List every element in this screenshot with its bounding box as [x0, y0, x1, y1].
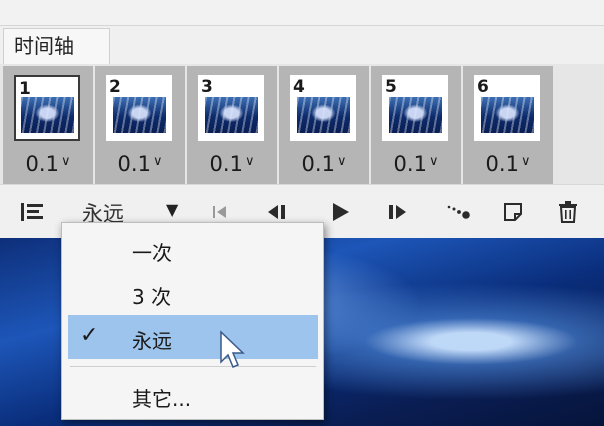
chevron-down-icon: ∨ [244, 154, 255, 169]
menu-item-other[interactable]: 其它... [62, 373, 323, 417]
frame-2[interactable]: 2 0.1 ∨ [95, 66, 185, 184]
menu-item-label: 3 次 [132, 285, 172, 309]
frame-number: 4 [293, 77, 305, 97]
next-frame-icon[interactable] [382, 185, 412, 239]
panel-top-strip [0, 0, 604, 26]
loop-options-menu: 一次 3 次 ✓ 永远 其它... [61, 222, 324, 420]
frame-image [389, 97, 442, 133]
frame-number: 1 [19, 79, 31, 99]
play-icon[interactable] [325, 185, 355, 239]
frame-delay-select[interactable]: 0.1 ∨ [3, 152, 93, 176]
frame-5[interactable]: 5 0.1 ∨ [371, 66, 461, 184]
chevron-down-icon: ∨ [428, 154, 439, 169]
frame-image [481, 97, 534, 133]
panel-tab-row: 时间轴 [0, 26, 604, 64]
menu-item-once[interactable]: 一次 [62, 227, 323, 271]
frame-thumbnail: 3 [198, 75, 264, 141]
menu-item-label: 其它... [132, 387, 192, 411]
chevron-down-icon: ∨ [152, 154, 163, 169]
frame-number: 3 [201, 77, 213, 97]
frame-thumbnail: 6 [474, 75, 540, 141]
chevron-down-icon: ∨ [336, 154, 347, 169]
checkmark-icon: ✓ [80, 323, 99, 348]
frame-thumbnail: 4 [290, 75, 356, 141]
convert-timeline-icon[interactable] [14, 185, 50, 239]
chevron-down-icon: ∨ [60, 154, 71, 169]
frame-delay-value: 0.1 [485, 152, 519, 176]
tween-icon[interactable] [442, 185, 476, 239]
frame-thumbnail: 1 [14, 75, 80, 141]
frame-delay-select[interactable]: 0.1 ∨ [371, 152, 461, 176]
duplicate-frame-icon[interactable] [498, 185, 528, 239]
frame-6[interactable]: 6 0.1 ∨ [463, 66, 553, 184]
frame-thumbnail: 5 [382, 75, 448, 141]
frame-4[interactable]: 4 0.1 ∨ [279, 66, 369, 184]
frame-image [21, 97, 74, 133]
delete-frame-icon[interactable] [553, 185, 583, 239]
frames-strip: 1 0.1∨ 2 0.1∨ 3 0.1∨ 4 0.1∨ 5 0.1∨ [0, 64, 604, 184]
frame-number: 5 [385, 77, 397, 97]
frame-delay-select[interactable]: 0.1 ∨ [279, 152, 369, 176]
menu-item-forever[interactable]: ✓ 永远 [62, 315, 323, 359]
frame-delay-select[interactable]: 0.1 ∨ [187, 152, 277, 176]
menu-item-label: 一次 [132, 241, 172, 265]
frame-image [113, 97, 166, 133]
mouse-cursor-icon [218, 330, 248, 370]
tab-timeline[interactable]: 时间轴 [3, 28, 110, 64]
menu-item-highlight [68, 315, 318, 359]
frame-image [297, 97, 350, 133]
frame-delay-value: 0.1 [25, 152, 59, 176]
frame-delay-value: 0.1 [393, 152, 427, 176]
menu-item-three-times[interactable]: 3 次 [62, 271, 323, 315]
menu-separator [70, 366, 316, 367]
frame-1[interactable]: 1 0.1 ∨ [3, 66, 93, 184]
frame-image [205, 97, 258, 133]
frame-delay-value: 0.1 [301, 152, 335, 176]
frame-thumbnail: 2 [106, 75, 172, 141]
frame-number: 2 [109, 77, 121, 97]
frame-delay-select[interactable]: 0.1 ∨ [463, 152, 553, 176]
frame-delay-select[interactable]: 0.1 ∨ [95, 152, 185, 176]
frame-delay-value: 0.1 [117, 152, 151, 176]
frame-delay-value: 0.1 [209, 152, 243, 176]
dropdown-arrow-icon: ▼ [166, 200, 179, 219]
frame-number: 6 [477, 77, 489, 97]
menu-item-label: 永远 [132, 329, 172, 353]
frame-3[interactable]: 3 0.1 ∨ [187, 66, 277, 184]
chevron-down-icon: ∨ [520, 154, 531, 169]
